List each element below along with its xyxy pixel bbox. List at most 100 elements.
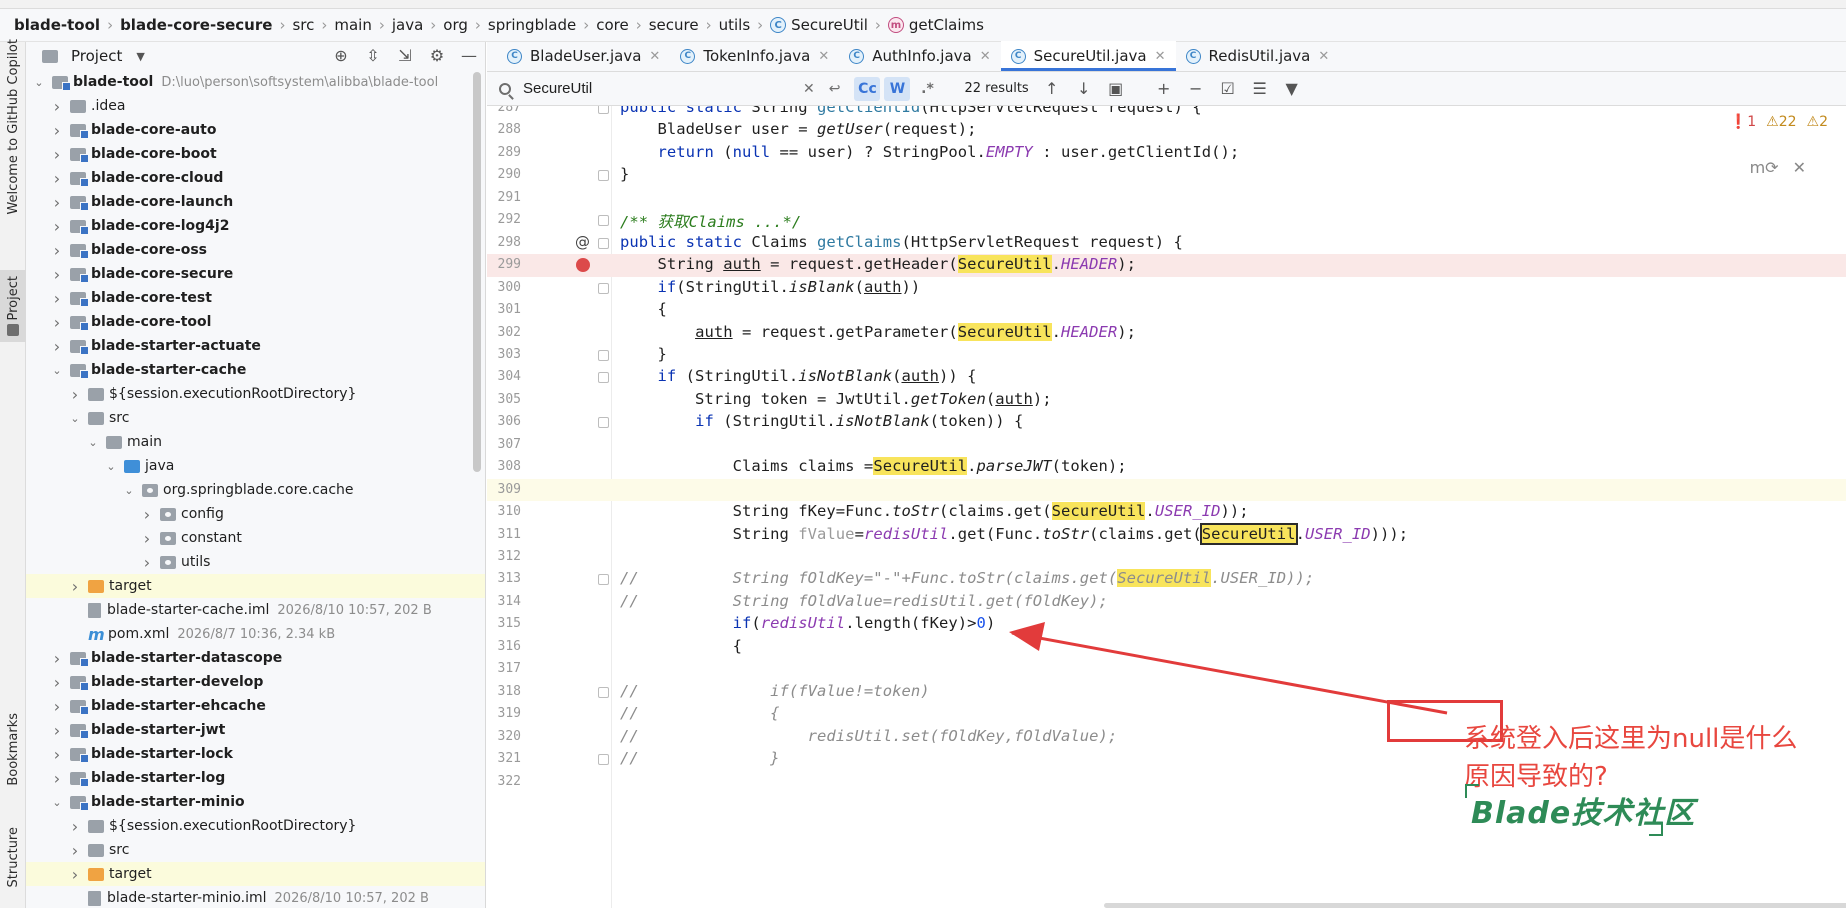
tree-item[interactable]: › target — [26, 574, 485, 598]
expand-all-icon[interactable]: ⇳ — [363, 46, 383, 65]
chevron-down-icon[interactable]: ▼ — [136, 50, 144, 63]
clear-icon[interactable]: ✕ — [803, 81, 815, 97]
tree-item[interactable]: › constant — [26, 526, 485, 550]
close-icon[interactable]: ✕ — [649, 49, 660, 64]
chevron-down-icon[interactable]: ⌄ — [50, 796, 64, 809]
tree-item[interactable]: › blade-core-launch — [26, 190, 485, 214]
editor-tab[interactable]: C AuthInfo.java ✕ — [839, 41, 1000, 71]
breadcrumb-item[interactable]: core — [596, 16, 629, 34]
chevron-right-icon[interactable]: › — [50, 289, 64, 308]
tree-item[interactable]: › blade-core-auto — [26, 118, 485, 142]
breadcrumb-item[interactable]: secure — [649, 16, 699, 34]
collapse-all-icon[interactable]: ⇲ — [395, 46, 415, 65]
chevron-right-icon[interactable]: › — [50, 721, 64, 740]
add-occurrence-icon[interactable]: + — [1155, 79, 1173, 98]
chevron-right-icon[interactable]: › — [50, 697, 64, 716]
tree-item[interactable]: › blade-starter-ehcache — [26, 694, 485, 718]
chevron-down-icon[interactable]: ⌄ — [86, 436, 100, 449]
tree-item[interactable]: ⌄ blade-starter-cache — [26, 358, 485, 382]
match-case-toggle[interactable]: Cc — [854, 76, 881, 101]
tree-item[interactable]: › blade-core-oss — [26, 238, 485, 262]
structure-tool-tab[interactable]: Structure — [0, 816, 26, 898]
locate-icon[interactable]: ⊕ — [331, 46, 351, 65]
select-occurrences-icon[interactable]: ☑ — [1219, 79, 1237, 98]
chevron-right-icon[interactable]: › — [50, 673, 64, 692]
breadcrumb-item[interactable]: blade-core-secure — [120, 16, 272, 34]
code-editor[interactable]: 287 public static String getClientId(Http… — [487, 106, 1846, 908]
close-icon[interactable]: ✕ — [818, 49, 829, 64]
tree-item[interactable]: › blade-starter-develop — [26, 670, 485, 694]
tree-item[interactable]: › blade-core-boot — [26, 142, 485, 166]
tree-item[interactable]: › utils — [26, 550, 485, 574]
tree-item[interactable]: ⌄ blade-starter-minio — [26, 790, 485, 814]
chevron-right-icon[interactable]: › — [140, 529, 154, 548]
arrow-down-icon[interactable]: ↓ — [1075, 79, 1093, 98]
chevron-right-icon[interactable]: › — [50, 121, 64, 140]
arrow-up-icon[interactable]: ↑ — [1043, 79, 1061, 98]
tree-item[interactable]: › blade-starter-jwt — [26, 718, 485, 742]
breadcrumb-item[interactable]: java — [392, 16, 423, 34]
breadcrumb-item[interactable]: springblade — [488, 16, 576, 34]
tree-item[interactable]: › blade-core-log4j2 — [26, 214, 485, 238]
search-input[interactable] — [523, 80, 803, 97]
tree-item[interactable]: blade-starter-minio.iml 2026/8/10 10:57, … — [26, 886, 485, 908]
chevron-right-icon[interactable]: › — [50, 313, 64, 332]
breadcrumb-item[interactable]: SecureUtil — [791, 16, 868, 34]
close-icon[interactable]: ✕ — [1155, 49, 1166, 64]
tree-item[interactable]: › src — [26, 838, 485, 862]
tree-item[interactable]: › ${session.executionRootDirectory} — [26, 814, 485, 838]
select-all-icon[interactable]: ▣ — [1107, 79, 1125, 98]
tree-item[interactable]: › blade-starter-actuate — [26, 334, 485, 358]
copilot-tool-tab[interactable]: Welcome to GitHub Copilot — [0, 39, 26, 215]
remove-occurrence-icon[interactable]: − — [1187, 79, 1205, 98]
tree-item[interactable]: ⌄ org.springblade.core.cache — [26, 478, 485, 502]
chevron-right-icon[interactable]: › — [50, 241, 64, 260]
breadcrumb-item[interactable]: utils — [719, 16, 751, 34]
breadcrumb-item[interactable]: org — [443, 16, 468, 34]
tree-item[interactable]: › blade-starter-log — [26, 766, 485, 790]
close-icon[interactable]: ✕ — [980, 49, 991, 64]
minimize-icon[interactable]: — — [459, 46, 479, 65]
chevron-right-icon[interactable]: › — [50, 193, 64, 212]
tree-item[interactable]: blade-starter-cache.iml 2026/8/10 10:57, … — [26, 598, 485, 622]
project-panel-title[interactable]: Project — [71, 47, 122, 65]
editor-tab[interactable]: C RedisUtil.java ✕ — [1176, 41, 1340, 71]
filter-icon[interactable]: ▼ — [1283, 79, 1301, 98]
editor-tab[interactable]: C BladeUser.java ✕ — [497, 41, 670, 71]
tree-item[interactable]: › config — [26, 502, 485, 526]
chevron-right-icon[interactable]: › — [50, 649, 64, 668]
tree-item[interactable]: › .idea — [26, 94, 485, 118]
tree-item[interactable]: ⌄ src — [26, 406, 485, 430]
chevron-right-icon[interactable]: › — [68, 841, 82, 860]
breadcrumb-item[interactable]: main — [334, 16, 371, 34]
tree-item[interactable]: m pom.xml 2026/8/7 10:36, 2.34 kB — [26, 622, 485, 646]
chevron-right-icon[interactable]: › — [68, 577, 82, 596]
chevron-right-icon[interactable]: › — [50, 265, 64, 284]
gear-icon[interactable]: ⚙ — [427, 46, 447, 65]
tree-item[interactable]: ⌄ main — [26, 430, 485, 454]
project-tool-tab[interactable]: Project — [0, 270, 26, 342]
chevron-down-icon[interactable]: ⌄ — [104, 460, 118, 473]
tree-item[interactable]: ⌄ java — [26, 454, 485, 478]
chevron-right-icon[interactable]: › — [50, 145, 64, 164]
chevron-right-icon[interactable]: › — [50, 769, 64, 788]
chevron-right-icon[interactable]: › — [140, 553, 154, 572]
chevron-right-icon[interactable]: › — [140, 505, 154, 524]
regex-toggle[interactable]: .* — [914, 77, 940, 101]
breadcrumb-item[interactable]: getClaims — [909, 16, 984, 34]
editor-tab[interactable]: C SecureUtil.java ✕ — [1000, 41, 1176, 71]
chevron-right-icon[interactable]: › — [50, 97, 64, 116]
words-toggle[interactable]: W — [884, 76, 911, 101]
chevron-down-icon[interactable]: ⌄ — [32, 76, 46, 89]
chevron-right-icon[interactable]: › — [50, 337, 64, 356]
tree-item[interactable]: › ${session.executionRootDirectory} — [26, 382, 485, 406]
chevron-down-icon[interactable]: ⌄ — [122, 484, 136, 497]
tree-item[interactable]: › blade-core-tool — [26, 310, 485, 334]
editor-tab[interactable]: C TokenInfo.java ✕ — [670, 41, 839, 71]
chevron-right-icon[interactable]: › — [50, 217, 64, 236]
breadcrumb-item[interactable]: blade-tool — [14, 16, 100, 34]
tree-item[interactable]: › blade-core-test — [26, 286, 485, 310]
bookmarks-tool-tab[interactable]: Bookmarks — [0, 706, 26, 792]
tree-item[interactable]: › blade-starter-datascope — [26, 646, 485, 670]
chevron-right-icon[interactable]: › — [50, 745, 64, 764]
